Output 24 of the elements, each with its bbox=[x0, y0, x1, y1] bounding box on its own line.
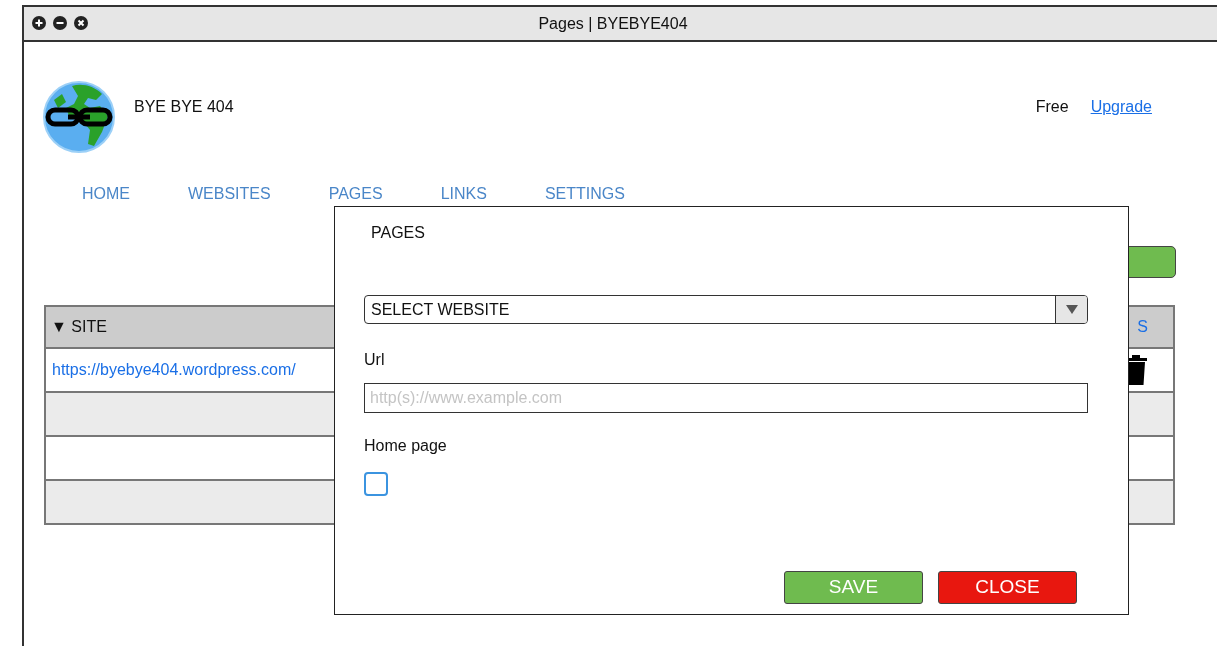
app-name: BYE BYE 404 bbox=[134, 97, 234, 117]
window-title: Pages | BYEBYE404 bbox=[538, 13, 688, 34]
home-page-checkbox[interactable] bbox=[364, 472, 388, 496]
column-header[interactable]: S bbox=[1137, 315, 1148, 339]
nav-link[interactable]: HOME bbox=[82, 182, 130, 206]
nav-link[interactable]: LINKS bbox=[440, 182, 487, 206]
url-field[interactable]: http(s)://www.example.com bbox=[364, 383, 1088, 413]
nav-link[interactable]: PAGES bbox=[328, 182, 383, 206]
site-link[interactable]: https://byebye404.wordpress.com/ bbox=[52, 358, 296, 382]
website-select[interactable]: SELECT WEBSITE bbox=[364, 295, 1088, 324]
plus-icon[interactable] bbox=[32, 16, 46, 30]
dialog-title: PAGES bbox=[371, 223, 426, 243]
dropdown-caret-icon bbox=[1065, 305, 1078, 314]
url-label: Url bbox=[364, 350, 386, 370]
save-button[interactable]: SAVE bbox=[784, 571, 923, 604]
minus-icon[interactable] bbox=[53, 16, 67, 30]
close-button[interactable]: CLOSE bbox=[938, 571, 1077, 604]
close-icon[interactable] bbox=[74, 16, 88, 30]
column-header[interactable]: ▼ SITE bbox=[51, 315, 107, 339]
nav-link[interactable]: SETTINGS bbox=[544, 182, 625, 206]
upgrade-link[interactable]: Upgrade bbox=[1090, 95, 1152, 119]
nav-link[interactable]: WEBSITES bbox=[188, 182, 271, 206]
plan-label: Free bbox=[1035, 97, 1069, 117]
home-page-label: Home page bbox=[364, 436, 448, 456]
